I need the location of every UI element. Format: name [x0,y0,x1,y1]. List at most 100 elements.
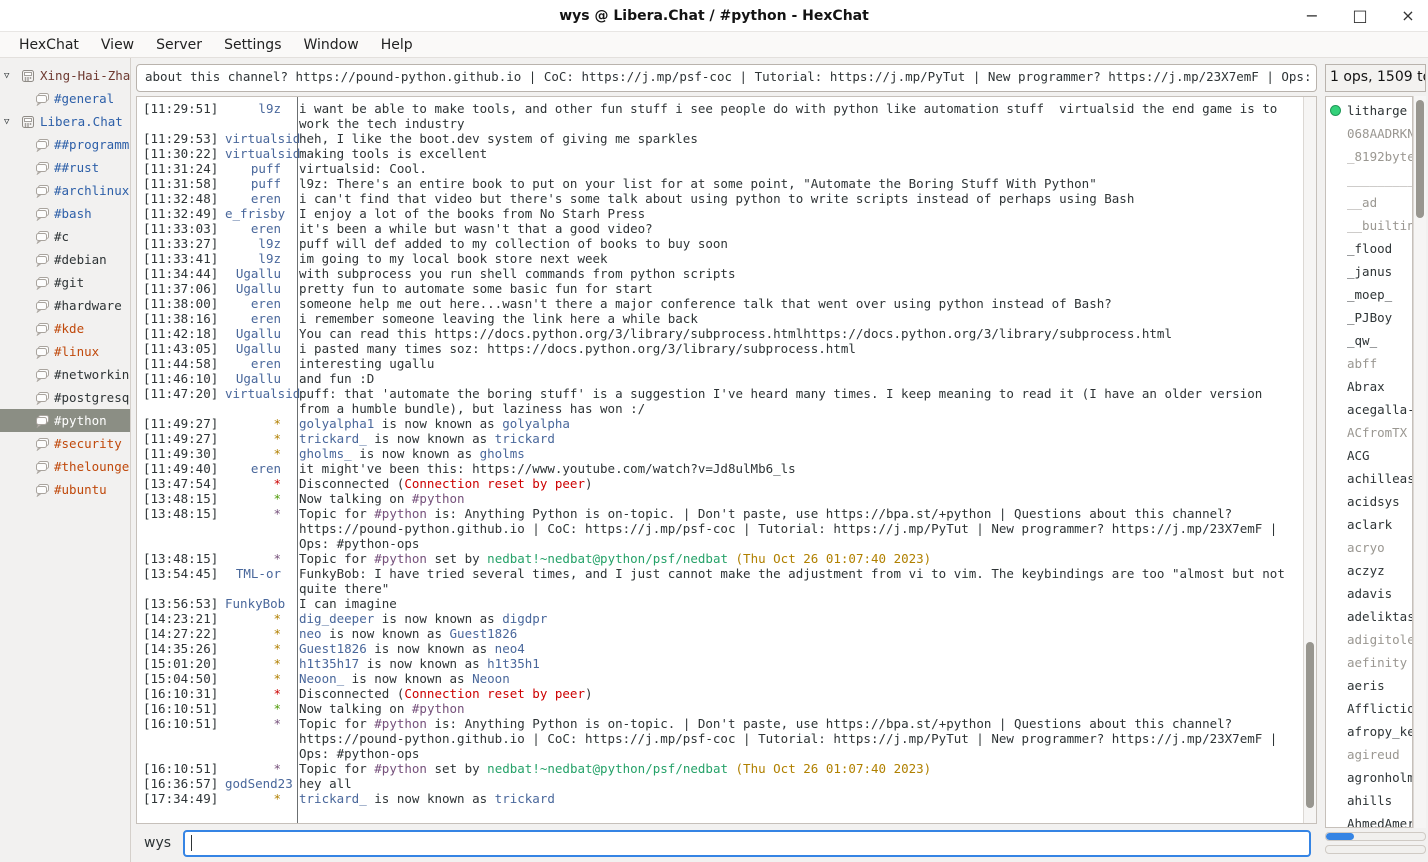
nick[interactable]: puff [225,176,291,191]
userlist-item[interactable]: achilleas [1326,467,1412,490]
userlist-item[interactable]: adavis [1326,582,1412,605]
tree-item-kde[interactable]: #kde [0,317,130,340]
menu-settings[interactable]: Settings [213,35,292,55]
tree-item-programming[interactable]: ##programming [0,133,130,156]
event-marker[interactable]: * [225,416,291,431]
nick[interactable]: FunkyBob [225,596,291,611]
userlist-item[interactable]: ahills [1326,789,1412,812]
userlist-item[interactable]: ACfromTX [1326,421,1412,444]
nick[interactable]: Ugallu [225,341,291,356]
tree-item-archlinux[interactable]: #archlinux [0,179,130,202]
userlist-item[interactable]: acidsys [1326,490,1412,513]
userlist-item[interactable]: abff [1326,352,1412,375]
menu-view[interactable]: View [90,35,145,55]
event-marker[interactable]: * [225,656,291,671]
close-icon[interactable]: × [1398,8,1418,24]
tree-item-thelounge[interactable]: #thelounge [0,455,130,478]
userlist-item[interactable]: adigitole [1326,628,1412,651]
tree-item-xing-hai-zhan[interactable]: ▽Xing-Hai-Zhan [0,64,130,87]
nick[interactable]: eren [225,191,291,206]
userlist-item[interactable]: _PJBoy [1326,306,1412,329]
event-marker[interactable]: * [225,791,291,806]
userlist-item[interactable]: acegalla- [1326,398,1412,421]
tree-item-python[interactable]: #python [0,409,130,432]
nick[interactable]: eren [225,311,291,326]
userlist-item[interactable]: acryo [1326,536,1412,559]
nick[interactable]: virtualsid [225,386,291,416]
userlist-item[interactable]: _moep_ [1326,283,1412,306]
menu-server[interactable]: Server [145,35,213,55]
tree-item-postgresql[interactable]: #postgresql [0,386,130,409]
userlist-item[interactable]: _janus [1326,260,1412,283]
minimize-icon[interactable]: − [1302,8,1322,24]
event-marker[interactable]: * [225,446,291,461]
userlist-item[interactable]: _flood [1326,237,1412,260]
userlist-item[interactable]: _qw_ [1326,329,1412,352]
nick[interactable]: e_frisby [225,206,291,221]
event-marker[interactable]: * [225,671,291,686]
userlist-item[interactable]: aclark [1326,513,1412,536]
nick[interactable]: l9z [225,236,291,251]
tree-item-security[interactable]: #security [0,432,130,455]
link[interactable]: it might've been this: https://www.youtu… [299,461,796,476]
nick[interactable]: Ugallu [225,371,291,386]
link[interactable]: i pasted many times soz: https://docs.py… [299,341,856,356]
userlist-item[interactable]: Abrax [1326,375,1412,398]
tree-item-bash[interactable]: #bash [0,202,130,225]
nick[interactable]: eren [225,221,291,236]
nick[interactable]: TML-or [225,566,291,596]
tree-item-debian[interactable]: #debian [0,248,130,271]
nick[interactable]: virtualsid [225,131,291,146]
event-marker[interactable]: * [225,431,291,446]
userlist-item[interactable]: Affliction [1326,697,1412,720]
userlist-item[interactable]: __ad [1326,191,1412,214]
nick[interactable]: Ugallu [225,326,291,341]
menu-hexchat[interactable]: HexChat [8,35,90,55]
link[interactable]: is: Anything Python is on-topic. | Don't… [299,716,1285,761]
event-marker[interactable]: * [225,701,291,716]
userlist-item[interactable]: aczyz [1326,559,1412,582]
expander-icon[interactable]: ▽ [4,71,18,81]
link[interactable]: is: Anything Python is on-topic. | Don't… [299,506,1285,551]
nick[interactable]: eren [225,356,291,371]
event-marker[interactable]: * [225,551,291,566]
userlist-item[interactable]: 068AADRKN [1326,122,1412,145]
nick[interactable]: virtualsid [225,146,291,161]
userlist-item[interactable]: adeliktas [1326,605,1412,628]
tree-item-git[interactable]: #git [0,271,130,294]
userlist-item[interactable]: litharge [1326,99,1412,122]
chat-scrollbar-thumb[interactable] [1306,642,1314,809]
event-marker[interactable]: * [225,506,291,551]
menu-help[interactable]: Help [370,35,424,55]
userlist-item[interactable]: aefinity [1326,651,1412,674]
maximize-icon[interactable]: □ [1350,8,1370,24]
event-marker[interactable]: * [225,716,291,761]
userlist-item[interactable]: agireud [1326,743,1412,766]
event-marker[interactable]: * [225,491,291,506]
tree-item-hardware[interactable]: #hardware [0,294,130,317]
nick[interactable]: Ugallu [225,266,291,281]
userlist-scrollbar-thumb[interactable] [1416,100,1424,218]
tree-item-networking[interactable]: #networking [0,363,130,386]
tree-item-libera.chat[interactable]: ▽Libera.Chat [0,110,130,133]
nick[interactable]: puff [225,161,291,176]
nick[interactable]: godSend23 [225,776,291,791]
userlist-item[interactable]: AhmedAmer [1326,812,1412,828]
tree-item-linux[interactable]: #linux [0,340,130,363]
link[interactable]: You can read this https://docs.python.or… [299,326,1172,341]
tree-item-c[interactable]: #c [0,225,130,248]
event-marker[interactable]: * [225,611,291,626]
nick[interactable]: l9z [225,101,291,131]
userlist-item[interactable]: agronholm [1326,766,1412,789]
userlist-item[interactable]: ACG [1326,444,1412,467]
event-marker[interactable]: * [225,476,291,491]
userlist-item[interactable]: __________ [1326,168,1412,191]
menu-window[interactable]: Window [292,35,369,55]
event-marker[interactable]: * [225,761,291,776]
nick[interactable]: l9z [225,251,291,266]
userlist-item[interactable]: aeris [1326,674,1412,697]
tree-item-general[interactable]: #general [0,87,130,110]
userlist-item[interactable]: afropy_ke [1326,720,1412,743]
tree-item-rust[interactable]: ##rust [0,156,130,179]
nick[interactable]: eren [225,296,291,311]
